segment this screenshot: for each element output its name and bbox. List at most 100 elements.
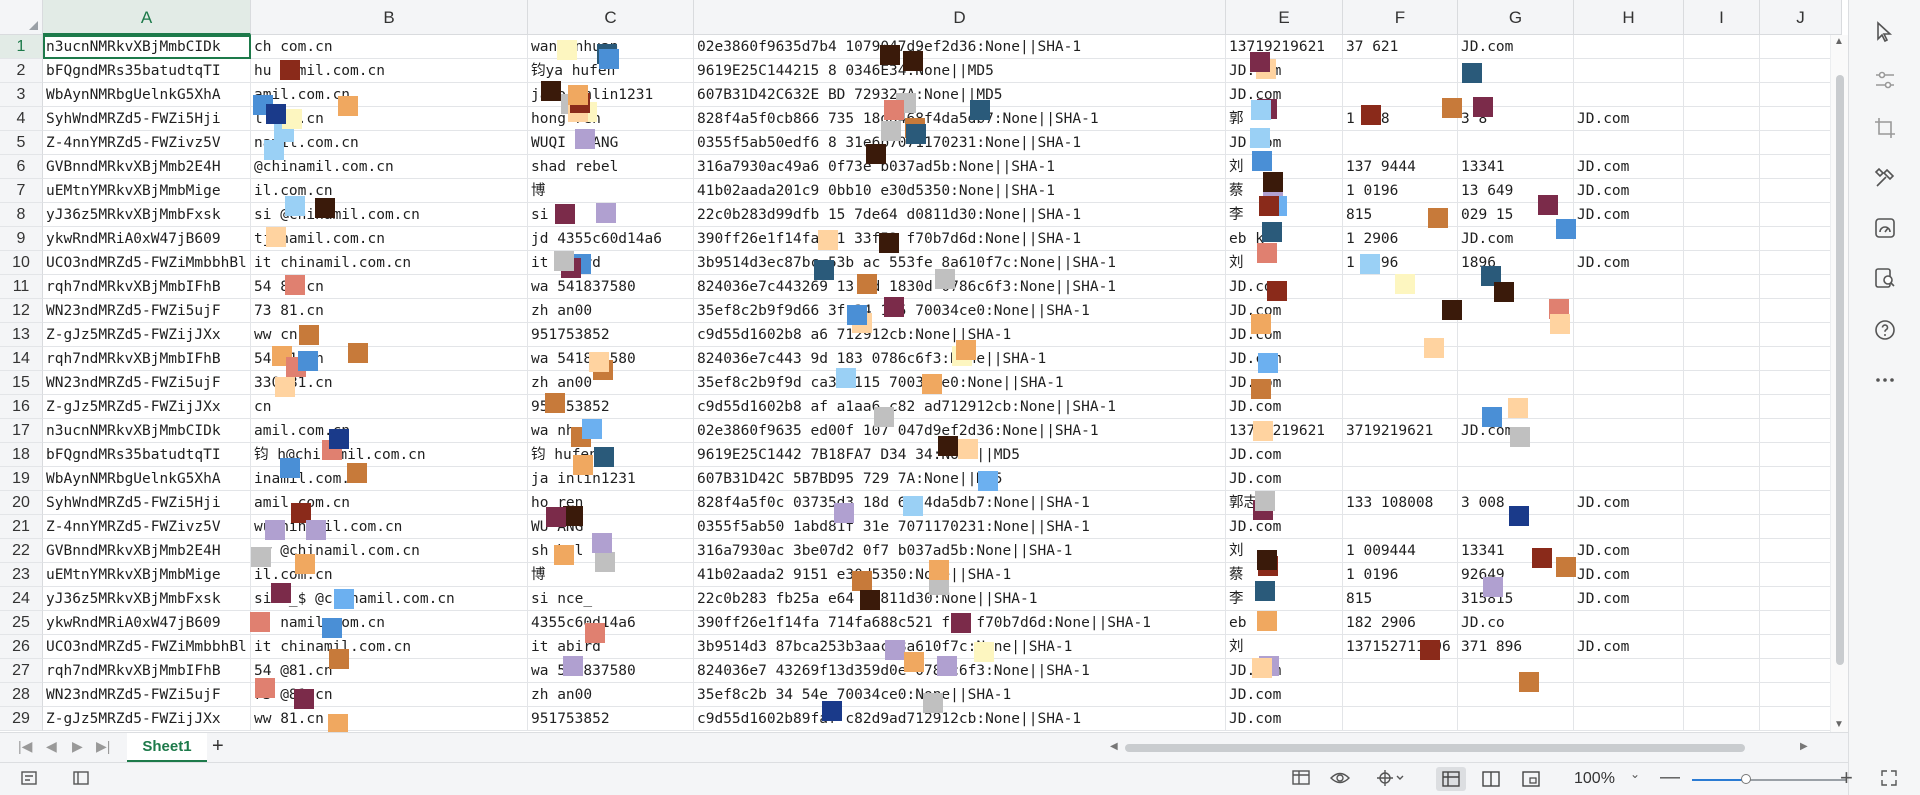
cell-c12[interactable]: zh an00	[528, 299, 694, 323]
cell-c27[interactable]: wa 541837580	[528, 659, 694, 683]
cell-f3[interactable]	[1343, 83, 1458, 107]
cell-i3[interactable]	[1684, 83, 1760, 107]
cell-f17[interactable]: 3719219621	[1343, 419, 1458, 443]
cell-b25[interactable]: tj namil.com.cn	[251, 611, 528, 635]
cell-d24[interactable]: 22c0b283 fb25a e64 d0811d30:None||SHA-1	[694, 587, 1226, 611]
cell-e19[interactable]: JD.com	[1226, 467, 1343, 491]
cell-e14[interactable]: JD.com	[1226, 347, 1343, 371]
more-icon[interactable]	[1871, 366, 1899, 394]
cell-i13[interactable]	[1684, 323, 1760, 347]
row-header-27[interactable]: 27	[0, 659, 43, 683]
cell-c13[interactable]: 951753852	[528, 323, 694, 347]
column-header-b[interactable]: B	[251, 0, 528, 35]
gauge-icon[interactable]	[1871, 214, 1899, 242]
cell-f19[interactable]	[1343, 467, 1458, 491]
next-sheet-icon[interactable]: ▶	[72, 738, 83, 755]
cell-a3[interactable]: WbAynNMRbgUelnkG5XhA	[43, 83, 251, 107]
cell-h22[interactable]: JD.com	[1574, 539, 1684, 563]
cell-c28[interactable]: zh an00	[528, 683, 694, 707]
cell-c11[interactable]: wa 541837580	[528, 275, 694, 299]
cell-h7[interactable]: JD.com	[1574, 179, 1684, 203]
cell-d28[interactable]: 35ef8c2b 34 54e 70034ce0:None||SHA-1	[694, 683, 1226, 707]
cell-a7[interactable]: uEMtnYMRkvXBjMmbMige	[43, 179, 251, 203]
row-header-25[interactable]: 25	[0, 611, 43, 635]
cell-i6[interactable]	[1684, 155, 1760, 179]
cell-h23[interactable]: JD.com	[1574, 563, 1684, 587]
cell-e21[interactable]: JD.com	[1226, 515, 1343, 539]
add-sheet-button[interactable]: +	[212, 735, 224, 758]
cell-c5[interactable]: WUQI HUANG	[528, 131, 694, 155]
cell-f28[interactable]	[1343, 683, 1458, 707]
cell-b29[interactable]: ww 81.cn	[251, 707, 528, 731]
cell-h19[interactable]	[1574, 467, 1684, 491]
cell-g26[interactable]: 371 896	[1458, 635, 1574, 659]
cell-e18[interactable]: JD.com	[1226, 443, 1343, 467]
cell-a1[interactable]: n3ucnNMRkvXBjMmbCIDk	[43, 35, 251, 59]
zoom-slider-handle[interactable]	[1741, 774, 1752, 784]
cell-e25[interactable]: eb	[1226, 611, 1343, 635]
cell-g5[interactable]	[1458, 131, 1574, 155]
filter-settings-icon[interactable]	[1871, 66, 1899, 94]
cell-d8[interactable]: 22c0b283d99dfb 15 7de64 d0811d30:None||S…	[694, 203, 1226, 227]
cell-f15[interactable]	[1343, 371, 1458, 395]
cell-a19[interactable]: WbAynNMRbgUelnkG5XhA	[43, 467, 251, 491]
cell-a17[interactable]: n3ucnNMRkvXBjMmbCIDk	[43, 419, 251, 443]
cell-i15[interactable]	[1684, 371, 1760, 395]
cell-a6[interactable]: GVBnndMRkvXBjMmb2E4H	[43, 155, 251, 179]
crosshair-icon[interactable]	[1376, 769, 1404, 792]
cell-h4[interactable]: JD.com	[1574, 107, 1684, 131]
cell-d12[interactable]: 35ef8c2b9f9d66 3f 34 115 70034ce0:None||…	[694, 299, 1226, 323]
cell-d7[interactable]: 41b02aada201c9 0bb10 e30d5350:None||SHA-…	[694, 179, 1226, 203]
cell-a4[interactable]: SyhWndMRZd5-FWZi5Hji	[43, 107, 251, 131]
cell-c17[interactable]: wa nhuan	[528, 419, 694, 443]
cell-a2[interactable]: bFQgndMRs35batudtqTI	[43, 59, 251, 83]
cell-i11[interactable]	[1684, 275, 1760, 299]
column-header-j[interactable]: J	[1760, 0, 1842, 35]
cell-c29[interactable]: 951753852	[528, 707, 694, 731]
scroll-right-icon[interactable]: ▶	[1800, 741, 1808, 752]
cell-h10[interactable]: JD.com	[1574, 251, 1684, 275]
cell-b22[interactable]: ow @chinamil.com.cn	[251, 539, 528, 563]
crop-icon[interactable]	[1871, 114, 1899, 142]
cell-i26[interactable]	[1684, 635, 1760, 659]
cell-f5[interactable]	[1343, 131, 1458, 155]
column-header-e[interactable]: E	[1226, 0, 1343, 35]
cell-b26[interactable]: it chinamil.com.cn	[251, 635, 528, 659]
cell-i18[interactable]	[1684, 443, 1760, 467]
cell-g10[interactable]: 1896	[1458, 251, 1574, 275]
cell-a10[interactable]: UCO3ndMRZd5-FWZiMmbbhBl	[43, 251, 251, 275]
zoom-in-icon[interactable]: +	[1840, 765, 1853, 791]
row-header-26[interactable]: 26	[0, 635, 43, 659]
scroll-down-icon[interactable]: ▼	[1834, 720, 1844, 730]
fullscreen-icon[interactable]	[1880, 769, 1898, 792]
page-break-view-button[interactable]	[1516, 767, 1546, 791]
cell-e3[interactable]: JD.com	[1226, 83, 1343, 107]
cell-g6[interactable]: 13341	[1458, 155, 1574, 179]
cell-g11[interactable]	[1458, 275, 1574, 299]
row-header-9[interactable]: 9	[0, 227, 43, 251]
cell-b17[interactable]: amil.com.cn	[251, 419, 528, 443]
column-header-d[interactable]: D	[694, 0, 1226, 35]
cell-g1[interactable]: JD.com	[1458, 35, 1574, 59]
cell-f1[interactable]: 37 621	[1343, 35, 1458, 59]
normal-view-button[interactable]	[1436, 767, 1466, 791]
row-header-21[interactable]: 21	[0, 515, 43, 539]
cell-d21[interactable]: 0355f5ab50 1abd81f 31e 7071170231:None||…	[694, 515, 1226, 539]
zoom-slider[interactable]	[1692, 774, 1847, 784]
column-header-a[interactable]: A	[43, 0, 251, 35]
cell-i14[interactable]	[1684, 347, 1760, 371]
cell-b3[interactable]: amil.com.cn	[251, 83, 528, 107]
cell-e17[interactable]: 13719219621	[1226, 419, 1343, 443]
row-header-11[interactable]: 11	[0, 275, 43, 299]
row-header-15[interactable]: 15	[0, 371, 43, 395]
cell-g19[interactable]	[1458, 467, 1574, 491]
cell-c25[interactable]: 4355c60d14a6	[528, 611, 694, 635]
cell-f9[interactable]: 1 2906	[1343, 227, 1458, 251]
cell-f12[interactable]	[1343, 299, 1458, 323]
row-header-16[interactable]: 16	[0, 395, 43, 419]
cell-b27[interactable]: 54 @81.cn	[251, 659, 528, 683]
cell-d23[interactable]: 41b02aada2 9151 e30d5350:None||SHA-1	[694, 563, 1226, 587]
cell-h9[interactable]	[1574, 227, 1684, 251]
cell-h3[interactable]	[1574, 83, 1684, 107]
cell-b16[interactable]: cn	[251, 395, 528, 419]
